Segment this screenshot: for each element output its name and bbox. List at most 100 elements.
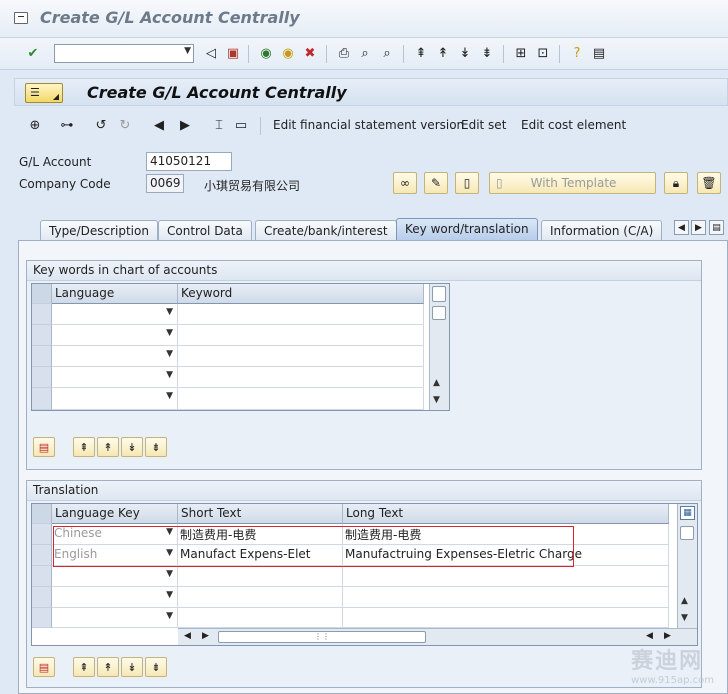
back-icon[interactable]: ◉ <box>257 44 275 62</box>
translation-long-text-cell[interactable]: Manufactruing Expenses-Eletric Charge <box>343 545 669 566</box>
translation-short-text-cell[interactable] <box>178 587 343 608</box>
cancel-icon[interactable]: ✖ <box>301 44 319 62</box>
scroll-up-icon[interactable]: ▲ <box>681 596 688 606</box>
row-selector[interactable] <box>32 545 52 566</box>
scroll-thumb[interactable] <box>432 306 446 320</box>
menu-button[interactable]: ☰ ◢ <box>25 83 63 103</box>
keywords-keyword-cell[interactable] <box>178 367 424 388</box>
chevron-down-icon[interactable]: ▼ <box>166 569 173 579</box>
save-icon[interactable]: ▣ <box>224 44 242 62</box>
enter-icon[interactable]: ✔ <box>24 44 42 62</box>
help-icon[interactable]: ? <box>568 44 586 62</box>
row-selector[interactable] <box>32 608 52 628</box>
new-session-icon[interactable]: ⊞ <box>512 44 530 62</box>
row-selector[interactable] <box>32 388 52 410</box>
keywords-vertical-scrollbar[interactable]: ▲ ▼ <box>429 284 449 410</box>
translation-column-short-text[interactable]: Short Text <box>178 504 343 524</box>
translation-long-text-cell[interactable] <box>343 608 669 628</box>
column-layout-icon[interactable]: ▦ <box>680 506 695 520</box>
chevron-down-icon[interactable]: ▼ <box>166 349 173 359</box>
next-page-icon[interactable]: ↡ <box>456 44 474 62</box>
find-next-icon[interactable]: ⌕ <box>378 44 396 62</box>
row-selector[interactable] <box>32 524 52 545</box>
history-back-icon[interactable]: ◁ <box>202 44 220 62</box>
translation-language-cell[interactable]: ▼ <box>52 566 178 587</box>
next-icon[interactable]: ▶ <box>176 116 194 134</box>
scroll-right-icon[interactable]: ▶ <box>202 631 209 641</box>
exit-icon[interactable]: ◉ <box>279 44 297 62</box>
scroll-down-icon[interactable]: ▼ <box>433 395 440 405</box>
translation-language-cell[interactable]: Chinese ▼ <box>52 524 178 545</box>
row-selector[interactable] <box>32 346 52 367</box>
row-selector[interactable] <box>32 325 52 346</box>
translation-short-text-cell[interactable] <box>178 608 343 628</box>
prev-page-row-button[interactable]: ↟ <box>97 437 119 457</box>
edit-fs-version-button[interactable]: Edit financial statement version <box>273 118 464 132</box>
select-all-cell[interactable] <box>32 504 52 524</box>
scroll-thumb[interactable] <box>680 526 694 540</box>
chevron-down-icon[interactable]: ▼ <box>166 307 173 317</box>
tab-scroll-left-icon[interactable]: ◀ <box>674 220 689 235</box>
translation-short-text-cell[interactable]: Manufact Expens-Elet <box>178 545 343 566</box>
chevron-down-icon[interactable]: ▼ <box>166 391 173 401</box>
chevron-down-icon[interactable]: ▼ <box>166 611 173 621</box>
first-row-button[interactable]: ⇞ <box>73 657 95 677</box>
last-page-icon[interactable]: ⇟ <box>478 44 496 62</box>
notes-icon[interactable]: ▭ <box>232 116 250 134</box>
tab-scroll-right-icon[interactable]: ▶ <box>691 220 706 235</box>
translation-vertical-scrollbar[interactable]: ▦ ▲ ▼ <box>677 504 697 628</box>
keywords-keyword-cell[interactable] <box>178 346 424 367</box>
scroll-left-icon[interactable]: ◀ <box>646 631 653 641</box>
column-settings-icon[interactable] <box>432 286 446 302</box>
previous-icon[interactable]: ◀ <box>150 116 168 134</box>
next-page-row-button[interactable]: ↡ <box>121 437 143 457</box>
keywords-column-keyword[interactable]: Keyword <box>178 284 424 304</box>
tab-type-description[interactable]: Type/Description <box>40 220 158 240</box>
tab-create-bank-interest[interactable]: Create/bank/interest <box>255 220 397 240</box>
layout-menu-icon[interactable]: ▤ <box>590 44 608 62</box>
tab-information-ca[interactable]: Information (C/A) <box>541 220 663 240</box>
command-field[interactable]: ▼ <box>54 44 194 63</box>
next-page-row-button[interactable]: ↡ <box>121 657 143 677</box>
translation-horizontal-scrollbar[interactable]: ◀ ▶ ⋮⋮ ◀ ▶ <box>178 628 697 645</box>
hierarchy-icon[interactable]: ⊶ <box>58 116 76 134</box>
display-change-icon[interactable]: ⊕ <box>26 116 44 134</box>
keywords-column-language[interactable]: Language <box>52 284 178 304</box>
translation-long-text-cell[interactable] <box>343 566 669 587</box>
where-used-icon[interactable]: ⌶ <box>210 116 228 134</box>
keywords-language-cell[interactable]: ▼ <box>52 388 178 410</box>
translation-column-long-text[interactable]: Long Text <box>343 504 669 524</box>
first-page-icon[interactable]: ⇞ <box>412 44 430 62</box>
chevron-down-icon[interactable]: ▼ <box>166 328 173 338</box>
chevron-down-icon[interactable]: ▼ <box>184 46 191 56</box>
delete-row-button[interactable]: ▤ <box>33 437 55 457</box>
row-selector[interactable] <box>32 367 52 388</box>
keywords-keyword-cell[interactable] <box>178 304 424 325</box>
row-selector[interactable] <box>32 587 52 608</box>
scroll-down-icon[interactable]: ▼ <box>681 613 688 623</box>
edit-pencil-button[interactable]: ✎ <box>424 172 448 194</box>
chevron-down-icon[interactable]: ▼ <box>166 548 173 558</box>
chevron-down-icon[interactable]: ▼ <box>166 527 173 537</box>
keywords-language-cell[interactable]: ▼ <box>52 367 178 388</box>
scroll-left-icon[interactable]: ◀ <box>184 631 191 641</box>
tab-key-word-translation[interactable]: Key word/translation <box>396 218 538 240</box>
last-row-button[interactable]: ⇟ <box>145 657 167 677</box>
shortcut-icon[interactable]: ⊡ <box>534 44 552 62</box>
translation-long-text-cell[interactable] <box>343 587 669 608</box>
company-code-field[interactable]: 0069 <box>146 174 184 193</box>
edit-set-button[interactable]: Edit set <box>461 118 506 132</box>
keywords-keyword-cell[interactable] <box>178 325 424 346</box>
prev-page-row-button[interactable]: ↟ <box>97 657 119 677</box>
keywords-language-cell[interactable]: ▼ <box>52 304 178 325</box>
translation-language-cell[interactable]: English ▼ <box>52 545 178 566</box>
chevron-down-icon[interactable]: ▼ <box>166 370 173 380</box>
first-row-button[interactable]: ⇞ <box>73 437 95 457</box>
translation-language-cell[interactable]: ▼ <box>52 608 178 628</box>
row-selector[interactable] <box>32 304 52 325</box>
keywords-language-cell[interactable]: ▼ <box>52 346 178 367</box>
with-template-button[interactable]: ▯ With Template <box>489 172 656 194</box>
chevron-down-icon[interactable]: ▼ <box>166 590 173 600</box>
keywords-keyword-cell[interactable] <box>178 388 424 410</box>
translation-short-text-cell[interactable] <box>178 566 343 587</box>
